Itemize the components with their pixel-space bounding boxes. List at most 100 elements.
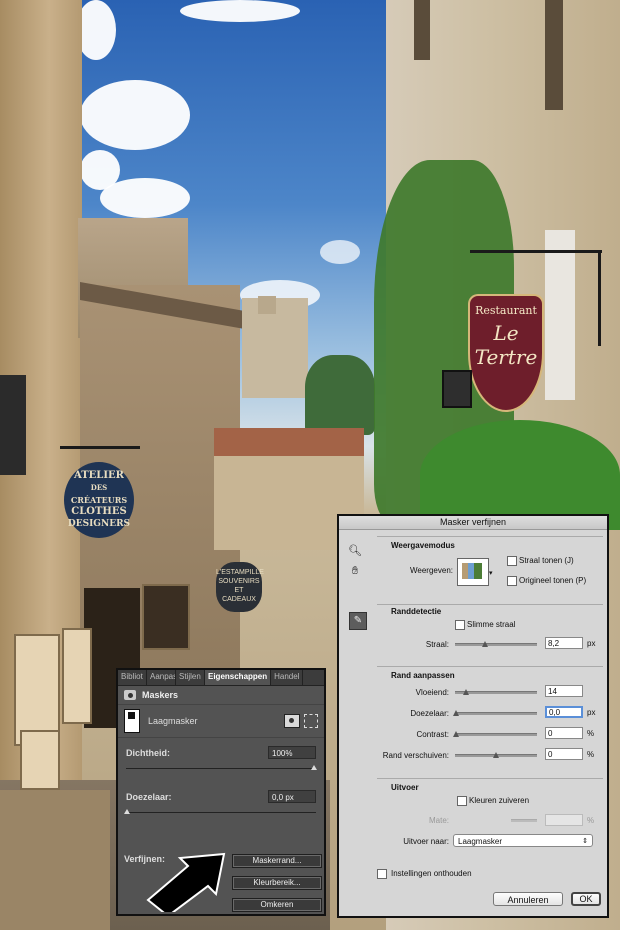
smooth-input[interactable]: 14: [545, 685, 583, 697]
feather-row: Doezelaar: 0,0 px: [118, 782, 324, 826]
sign-text: CADEAUX: [222, 596, 256, 603]
output-to-select[interactable]: Laagmasker ⇕: [453, 834, 593, 847]
contrast-label: Contrast:: [416, 730, 449, 739]
feather-slider-track[interactable]: [126, 812, 316, 813]
show-radius-label: Straal tonen (J): [519, 556, 574, 565]
view-mode-picker[interactable]: [457, 558, 489, 586]
edge-detection-title: Randdetectie: [391, 607, 442, 616]
show-original-label: Origineel tonen (P): [519, 576, 587, 585]
pointer-arrow-icon: [146, 852, 226, 912]
cloud: [80, 80, 190, 150]
output-title: Uitvoer: [391, 783, 419, 792]
view-mode-title: Weergavemodus: [391, 541, 455, 550]
feather-label: Doezelaar:: [126, 792, 172, 802]
density-label: Dichtheid:: [126, 748, 170, 758]
tab-actions[interactable]: Handel: [271, 670, 304, 685]
feather-input[interactable]: 0,0: [545, 706, 583, 718]
sign-text: SOUVENIRS: [218, 578, 260, 585]
cancel-button[interactable]: Annuleren: [493, 892, 563, 906]
cloud: [100, 178, 190, 218]
sign-text: DESIGNERS: [67, 519, 131, 529]
smooth-slider-thumb[interactable]: [463, 689, 469, 695]
panel-section-title: Maskers: [142, 690, 179, 700]
color-range-button[interactable]: Kleurbereik...: [232, 876, 322, 890]
layer-mask-label: Laagmasker: [148, 716, 198, 726]
church-roof: [214, 428, 364, 456]
decontaminate-label: Kleuren zuiveren: [469, 796, 530, 805]
feather-slider-thumb[interactable]: [453, 710, 459, 716]
window: [545, 0, 563, 110]
stairs: [0, 790, 110, 930]
contrast-unit: %: [587, 729, 595, 738]
smooth-label: Vloeiend:: [415, 688, 449, 697]
amount-unit: %: [587, 816, 595, 825]
show-original-checkbox[interactable]: [507, 576, 517, 586]
radius-slider-track[interactable]: [455, 643, 537, 646]
feather-value[interactable]: 0,0 px: [268, 790, 316, 803]
smart-radius-label: Slimme straal: [467, 620, 516, 629]
trees: [305, 355, 375, 435]
painting: [20, 730, 60, 790]
cloud: [76, 0, 116, 60]
tower-top: [258, 296, 276, 314]
cloud: [180, 0, 300, 22]
tab-library[interactable]: Bibliot: [118, 670, 147, 685]
density-row: Dichtheid: 100%: [118, 738, 324, 782]
sign-text: DES: [90, 483, 108, 492]
hand-tool-icon[interactable]: ✋︎: [348, 564, 362, 578]
decontaminate-checkbox[interactable]: [457, 796, 467, 806]
restaurant-sign: Restaurant Le Tertre: [468, 294, 544, 412]
sign-text: ET: [234, 587, 244, 594]
painting: [62, 628, 92, 724]
tab-styles[interactable]: Stijlen: [176, 670, 205, 685]
shift-edge-unit: %: [587, 750, 595, 759]
contrast-slider-thumb[interactable]: [453, 731, 459, 737]
shift-edge-input[interactable]: 0: [545, 748, 583, 760]
invert-button[interactable]: Omkeren: [232, 898, 322, 912]
layer-mask-row: Laagmasker: [118, 705, 324, 738]
feather-slider-thumb[interactable]: [124, 809, 130, 814]
ok-button[interactable]: OK: [571, 892, 601, 906]
amount-input[interactable]: [545, 814, 583, 826]
window: [414, 0, 430, 60]
shift-edge-slider-thumb[interactable]: [493, 752, 499, 758]
mask-icon: [124, 690, 136, 700]
pixel-mask-button[interactable]: [284, 714, 300, 728]
density-slider-thumb[interactable]: [311, 765, 317, 770]
radius-label: Straal:: [425, 640, 449, 649]
tab-properties[interactable]: Eigenschappen: [205, 670, 272, 685]
mask-edge-button[interactable]: Maskerrand...: [232, 854, 322, 868]
chalkboard: [142, 584, 190, 650]
sign-text: Restaurant: [475, 304, 537, 317]
density-slider-track[interactable]: [126, 768, 316, 769]
vector-mask-button[interactable]: [304, 714, 318, 728]
radius-input[interactable]: 8,2: [545, 637, 583, 649]
radius-slider-thumb[interactable]: [482, 641, 488, 647]
sign-text: Tertre: [474, 345, 538, 369]
chevron-down-icon[interactable]: ▾: [489, 569, 493, 577]
sign-bracket: [598, 250, 601, 346]
amount-slider-track[interactable]: [511, 819, 537, 822]
smart-radius-checkbox[interactable]: [455, 620, 465, 630]
panel-tabs: Bibliot Aanpas Stijlen Eigenschappen Han…: [118, 670, 324, 686]
zoom-tool-icon[interactable]: 🔍︎: [348, 544, 362, 558]
feather-slider-track[interactable]: [455, 712, 537, 715]
sign-bracket: [60, 446, 140, 449]
show-radius-checkbox[interactable]: [507, 556, 517, 566]
contrast-slider-track[interactable]: [455, 733, 537, 736]
adjust-edge-title: Rand aanpassen: [391, 671, 455, 680]
dialog-title: Masker verfijnen: [339, 516, 607, 530]
refine-radius-brush-icon[interactable]: ✎: [349, 612, 367, 630]
output-to-label: Uitvoer naar:: [403, 837, 449, 846]
tab-adjustments[interactable]: Aanpas: [147, 670, 176, 685]
shift-edge-label: Rand verschuiven:: [382, 751, 449, 760]
feather-unit: px: [587, 708, 596, 717]
refine-mask-dialog: Masker verfijnen 🔍︎ ✋︎ ✎ Weergavemodus W…: [337, 514, 609, 918]
chevron-updown-icon: ⇕: [582, 838, 588, 845]
remember-settings-checkbox[interactable]: [377, 869, 387, 879]
window-shutter: [545, 230, 575, 400]
density-value[interactable]: 100%: [268, 746, 316, 759]
balcony-railing: [0, 375, 26, 475]
masks-header: Maskers: [118, 686, 324, 705]
contrast-input[interactable]: 0: [545, 727, 583, 739]
